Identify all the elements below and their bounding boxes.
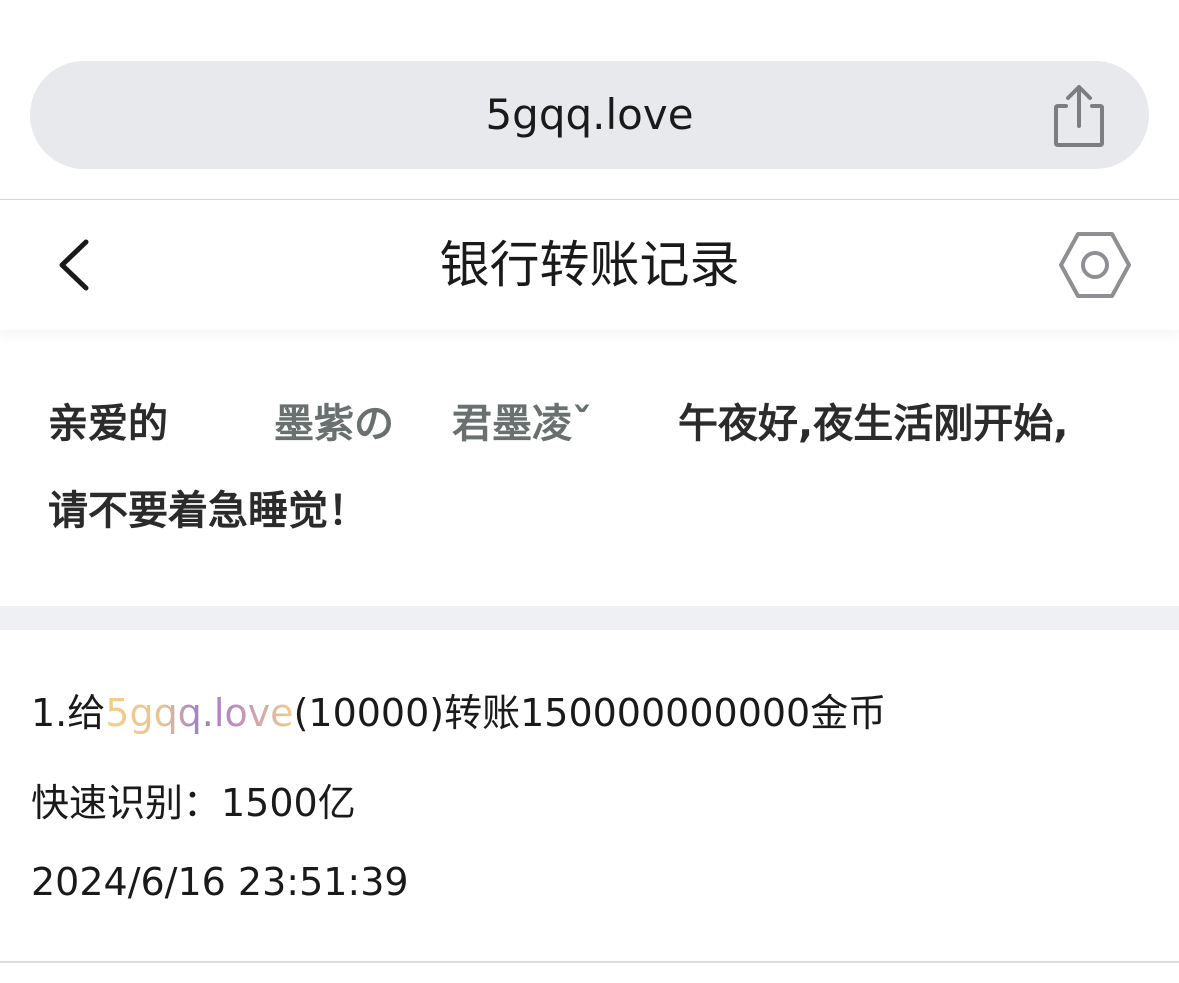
record-divider xyxy=(0,961,1179,963)
greeting-line-2: 请不要着急睡觉！ xyxy=(48,488,368,534)
section-separator xyxy=(0,606,1179,630)
page-title: 银行转账记录 xyxy=(439,236,740,294)
record-transfer-detail: (10000)转账150000000000金币 xyxy=(293,691,887,735)
app-header: 银行转账记录 xyxy=(0,200,1179,330)
username-part-1: 墨紫の xyxy=(274,401,394,447)
greeting-line-1: 亲爱的 墨紫の 君墨凌ˇ 午夜好,夜生活刚开始, xyxy=(48,384,1138,464)
address-bar[interactable]: 5gqq.love xyxy=(30,61,1149,169)
record-quick-recognition: 快速识别：1500亿 xyxy=(31,781,356,825)
record-description: 1.给5gqq.love(10000)转账150000000000金币 xyxy=(31,682,886,737)
greeting-prefix: 亲爱的 xyxy=(48,401,168,447)
username-part-2: 君墨凌ˇ xyxy=(452,401,592,447)
greeting-suffix: 午夜好,夜生活刚开始, xyxy=(678,401,1069,447)
record-index-prefix: 1.给 xyxy=(31,691,106,735)
hexagon-settings-icon[interactable] xyxy=(1058,231,1132,299)
record-timestamp: 2024/6/16 23:51:39 xyxy=(31,860,409,904)
transfer-record: 1.给5gqq.love(10000)转账150000000000金币 快速识别… xyxy=(0,630,1179,962)
page: 5gqq.love 银行转账记录 亲爱的 墨紫の 君墨凌ˇ 午夜好,夜生活刚开始… xyxy=(0,0,1179,983)
url-text[interactable]: 5gqq.love xyxy=(30,61,1149,169)
record-site-name: 5gqq.love xyxy=(105,691,294,735)
greeting-message: 亲爱的 墨紫の 君墨凌ˇ 午夜好,夜生活刚开始, 请不要着急睡觉！ xyxy=(48,384,1138,546)
share-icon[interactable] xyxy=(1048,84,1110,150)
